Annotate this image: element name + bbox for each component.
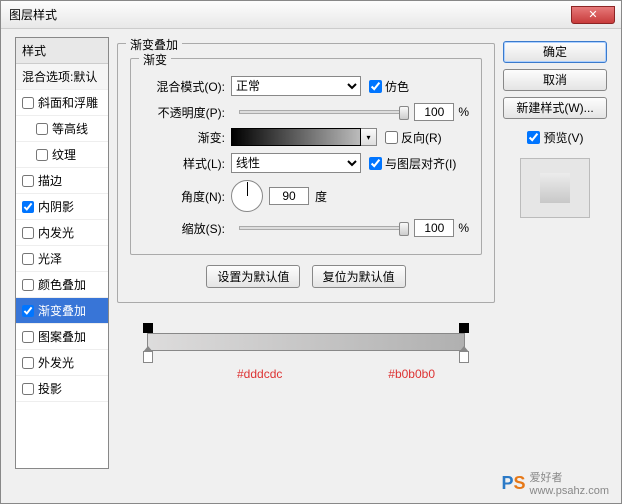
style-item-label: 外发光 [38, 354, 74, 371]
style-item[interactable]: 内发光 [16, 220, 108, 246]
style-item-label: 投影 [38, 380, 62, 397]
style-item-label: 内阴影 [38, 198, 74, 215]
gradient-inner-group: 渐变 混合模式(O): 正常 仿色 不透明度(P): % 渐变: [130, 58, 482, 255]
style-list: 样式 混合选项:默认 斜面和浮雕等高线纹理描边内阴影内发光光泽颜色叠加渐变叠加图… [15, 37, 109, 469]
right-panel: 确定 取消 新建样式(W)... 预览(V) [503, 37, 607, 469]
opacity-stop-right[interactable] [459, 323, 469, 333]
gradient-overlay-group: 渐变叠加 渐变 混合模式(O): 正常 仿色 不透明度(P): % [117, 43, 495, 303]
style-item-checkbox[interactable] [22, 227, 34, 239]
scale-unit: % [458, 221, 469, 235]
blend-mode-label: 混合模式(O): [143, 78, 225, 95]
cancel-button[interactable]: 取消 [503, 69, 607, 91]
inner-group-title: 渐变 [139, 51, 171, 68]
dialog-body: 样式 混合选项:默认 斜面和浮雕等高线纹理描边内阴影内发光光泽颜色叠加渐变叠加图… [15, 37, 607, 469]
style-item[interactable]: 纹理 [16, 142, 108, 168]
style-item-checkbox[interactable] [36, 149, 48, 161]
style-item-label: 图案叠加 [38, 328, 86, 345]
gradient-bar[interactable] [147, 333, 465, 351]
style-item[interactable]: 外发光 [16, 350, 108, 376]
angle-dial[interactable] [231, 180, 263, 212]
style-select[interactable]: 线性 [231, 153, 361, 173]
opacity-label: 不透明度(P): [143, 104, 225, 121]
scale-input[interactable] [414, 219, 454, 237]
style-item[interactable]: 描边 [16, 168, 108, 194]
style-item-label: 纹理 [52, 146, 76, 163]
style-item-checkbox[interactable] [22, 253, 34, 265]
style-item[interactable]: 渐变叠加 [16, 298, 108, 324]
scale-label: 缩放(S): [143, 220, 225, 237]
style-item-checkbox[interactable] [22, 201, 34, 213]
angle-unit: 度 [315, 188, 327, 205]
style-item-checkbox[interactable] [22, 305, 34, 317]
opacity-slider[interactable] [239, 110, 406, 114]
settings-panel: 渐变叠加 渐变 混合模式(O): 正常 仿色 不透明度(P): % [117, 37, 495, 469]
new-style-button[interactable]: 新建样式(W)... [503, 97, 607, 119]
dither-checkbox[interactable]: 仿色 [369, 78, 409, 95]
style-item-label: 渐变叠加 [38, 302, 86, 319]
layer-style-dialog: 图层样式 ✕ 样式 混合选项:默认 斜面和浮雕等高线纹理描边内阴影内发光光泽颜色… [0, 0, 622, 504]
color2-label: #b0b0b0 [388, 367, 435, 381]
reset-default-button[interactable]: 复位为默认值 [312, 265, 406, 288]
ok-button[interactable]: 确定 [503, 41, 607, 63]
style-item-checkbox[interactable] [22, 175, 34, 187]
style-list-header: 样式 [16, 38, 108, 64]
style-item-checkbox[interactable] [22, 279, 34, 291]
align-checkbox[interactable]: 与图层对齐(I) [369, 155, 456, 172]
angle-input[interactable] [269, 187, 309, 205]
angle-label: 角度(N): [143, 188, 225, 205]
style-item-checkbox[interactable] [22, 383, 34, 395]
style-item[interactable]: 光泽 [16, 246, 108, 272]
preview-checkbox[interactable]: 预览(V) [503, 129, 607, 146]
opacity-stop-left[interactable] [143, 323, 153, 333]
color-stop-left[interactable] [143, 351, 153, 363]
style-item-label: 描边 [38, 172, 62, 189]
opacity-unit: % [458, 105, 469, 119]
style-item[interactable]: 投影 [16, 376, 108, 402]
close-button[interactable]: ✕ [571, 6, 615, 24]
gradient-preview[interactable] [231, 128, 361, 146]
gradient-editor: #dddcdc #b0b0b0 [117, 321, 495, 381]
style-item-label: 等高线 [52, 120, 88, 137]
style-item-label: 光泽 [38, 250, 62, 267]
gradient-label: 渐变: [143, 129, 225, 146]
style-item-checkbox[interactable] [22, 97, 34, 109]
set-default-button[interactable]: 设置为默认值 [206, 265, 300, 288]
style-label: 样式(L): [143, 155, 225, 172]
style-item[interactable]: 斜面和浮雕 [16, 90, 108, 116]
opacity-input[interactable] [414, 103, 454, 121]
style-item-checkbox[interactable] [36, 123, 48, 135]
color1-label: #dddcdc [237, 367, 282, 381]
color-stop-right[interactable] [459, 351, 469, 363]
preview-box [520, 158, 590, 218]
titlebar: 图层样式 ✕ [1, 1, 621, 29]
style-item-label: 内发光 [38, 224, 74, 241]
style-item[interactable]: 内阴影 [16, 194, 108, 220]
blend-mode-select[interactable]: 正常 [231, 76, 361, 96]
style-item[interactable]: 图案叠加 [16, 324, 108, 350]
style-item-checkbox[interactable] [22, 357, 34, 369]
style-item[interactable]: 等高线 [16, 116, 108, 142]
style-item[interactable]: 颜色叠加 [16, 272, 108, 298]
window-title: 图层样式 [9, 6, 57, 23]
gradient-dropdown-icon[interactable]: ▾ [361, 128, 377, 146]
style-item-label: 颜色叠加 [38, 276, 86, 293]
style-item-label: 斜面和浮雕 [38, 94, 98, 111]
scale-slider[interactable] [239, 226, 406, 230]
style-item-checkbox[interactable] [22, 331, 34, 343]
blend-options[interactable]: 混合选项:默认 [16, 64, 108, 90]
watermark: PS 爱好者 www.psahz.com [501, 469, 609, 497]
reverse-checkbox[interactable]: 反向(R) [385, 129, 442, 146]
